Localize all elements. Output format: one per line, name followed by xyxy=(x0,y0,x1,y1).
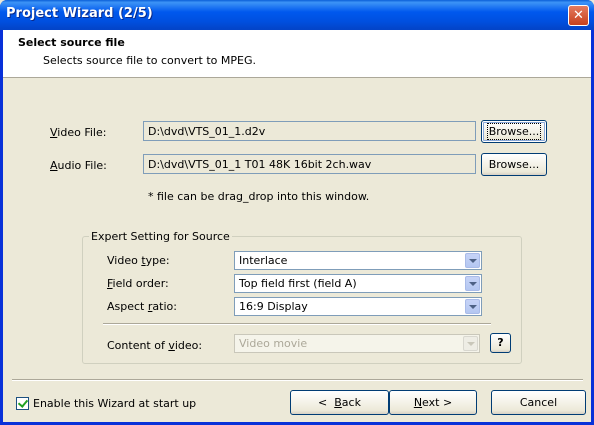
enable-wizard-checkbox[interactable] xyxy=(16,397,29,410)
expert-settings-title: Expert Setting for Source xyxy=(89,230,232,243)
close-icon: ✕ xyxy=(573,8,584,23)
footer-divider xyxy=(12,379,583,381)
aspect-ratio-value: 16:9 Display xyxy=(239,300,308,313)
close-button[interactable]: ✕ xyxy=(568,5,589,26)
help-button[interactable]: ? xyxy=(490,333,511,353)
audio-file-label: Audio File: xyxy=(50,159,107,172)
chevron-down-icon[interactable] xyxy=(465,276,480,291)
video-type-label: Video type: xyxy=(107,254,170,267)
window-title: Project Wizard (2/5) xyxy=(6,6,153,21)
aspect-ratio-label: Aspect ratio: xyxy=(107,300,177,313)
chevron-down-icon xyxy=(463,336,478,351)
enable-wizard-label[interactable]: Enable this Wizard at start up xyxy=(33,397,196,410)
page-title: Select source file xyxy=(18,36,125,49)
next-button[interactable]: Next > xyxy=(389,390,477,415)
field-order-value: Top field first (field A) xyxy=(239,277,357,290)
field-order-label: Field order: xyxy=(107,277,169,290)
video-browse-button[interactable]: Browse... xyxy=(481,120,547,143)
field-order-select[interactable]: Top field first (field A) xyxy=(234,274,482,293)
content-of-video-label: Content of video: xyxy=(107,339,203,352)
page-subtitle: Selects source file to convert to MPEG. xyxy=(43,54,256,67)
project-wizard-window: Project Wizard (2/5) ✕ Select source fil… xyxy=(0,0,594,425)
title-bar[interactable]: Project Wizard (2/5) ✕ xyxy=(0,0,594,30)
chevron-down-icon[interactable] xyxy=(465,299,480,314)
video-type-value: Interlace xyxy=(239,254,288,267)
drag-drop-hint: * file can be drag_drop into this window… xyxy=(148,190,370,203)
content-of-video-select: Video movie xyxy=(234,334,480,353)
back-button[interactable]: < Back xyxy=(290,390,389,415)
audio-browse-button[interactable]: Browse... xyxy=(481,153,547,176)
wizard-header: Select source file Selects source file t… xyxy=(3,30,591,78)
content-of-video-value: Video movie xyxy=(239,337,308,350)
video-type-select[interactable]: Interlace xyxy=(234,251,482,270)
video-file-label: Video File: xyxy=(50,126,107,139)
aspect-ratio-select[interactable]: 16:9 Display xyxy=(234,297,482,316)
group-divider xyxy=(103,323,491,325)
video-file-input[interactable]: D:\dvd\VTS_01_1.d2v xyxy=(143,121,476,141)
cancel-button[interactable]: Cancel xyxy=(491,390,586,415)
audio-file-input[interactable]: D:\dvd\VTS_01_1 T01 48K 16bit 2ch.wav xyxy=(143,154,476,174)
chevron-down-icon[interactable] xyxy=(465,253,480,268)
